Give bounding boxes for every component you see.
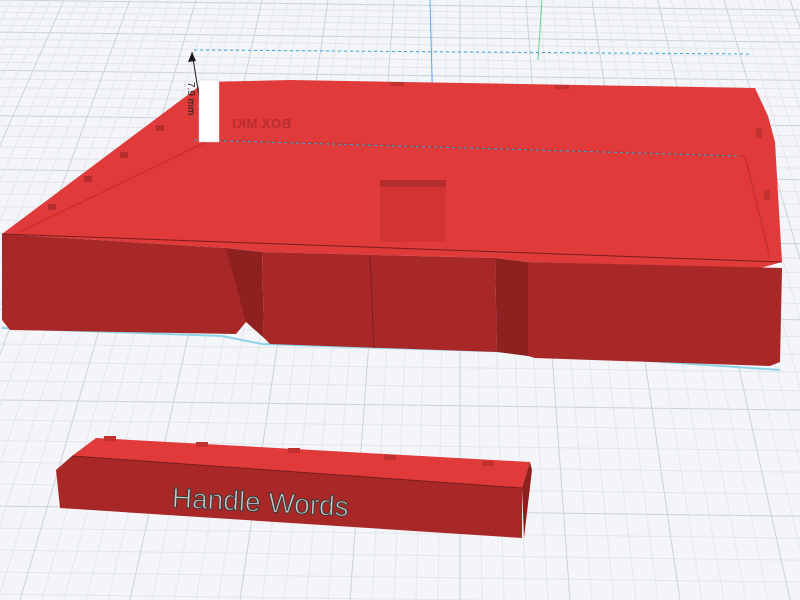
box-front-face-left [2, 234, 246, 334]
box-front-face-right [528, 262, 782, 366]
handle-tab-3 [288, 448, 300, 453]
handle-slot-edge [380, 180, 446, 187]
handle-shape[interactable] [56, 436, 532, 538]
box-tray-shape[interactable] [1, 80, 783, 371]
3d-viewport[interactable]: 7.9 mm BOX MKI Handle Words [0, 0, 800, 600]
box-front-notch-right [495, 258, 528, 356]
handle-tab-1 [104, 436, 116, 441]
grid-line-h [0, 11, 800, 23]
grid-line-h [0, 549, 800, 561]
right-tab-1 [756, 128, 762, 138]
handle-tab-4 [384, 455, 396, 460]
back-tab-1 [390, 82, 404, 86]
dimension-value-label[interactable]: 7.9 mm [185, 82, 196, 115]
back-tab-2 [555, 85, 569, 89]
side-tab-4 [156, 125, 164, 131]
handle-tab-2 [196, 442, 208, 447]
side-tab-1 [48, 204, 56, 210]
side-tab-3 [120, 152, 128, 158]
handle-slot [380, 180, 446, 242]
dimension-label-box [198, 79, 220, 143]
workplane-scene[interactable] [0, 0, 800, 600]
grid-line-h [0, 0, 800, 11]
right-tab-2 [764, 190, 770, 200]
grid-line-h [0, 571, 800, 583]
box-front-face-mid [262, 252, 497, 352]
side-tab-2 [84, 176, 92, 182]
grid-line-h [0, 399, 800, 411]
grid-line-h [0, 419, 800, 431]
grid-line-v [789, 0, 800, 29]
grid-line-h [0, 53, 800, 65]
grid-line-h [0, 69, 800, 81]
box-engraving-text: BOX MKI [232, 116, 292, 131]
grid-line-h [0, 5, 800, 17]
handle-tab-5 [482, 461, 494, 466]
